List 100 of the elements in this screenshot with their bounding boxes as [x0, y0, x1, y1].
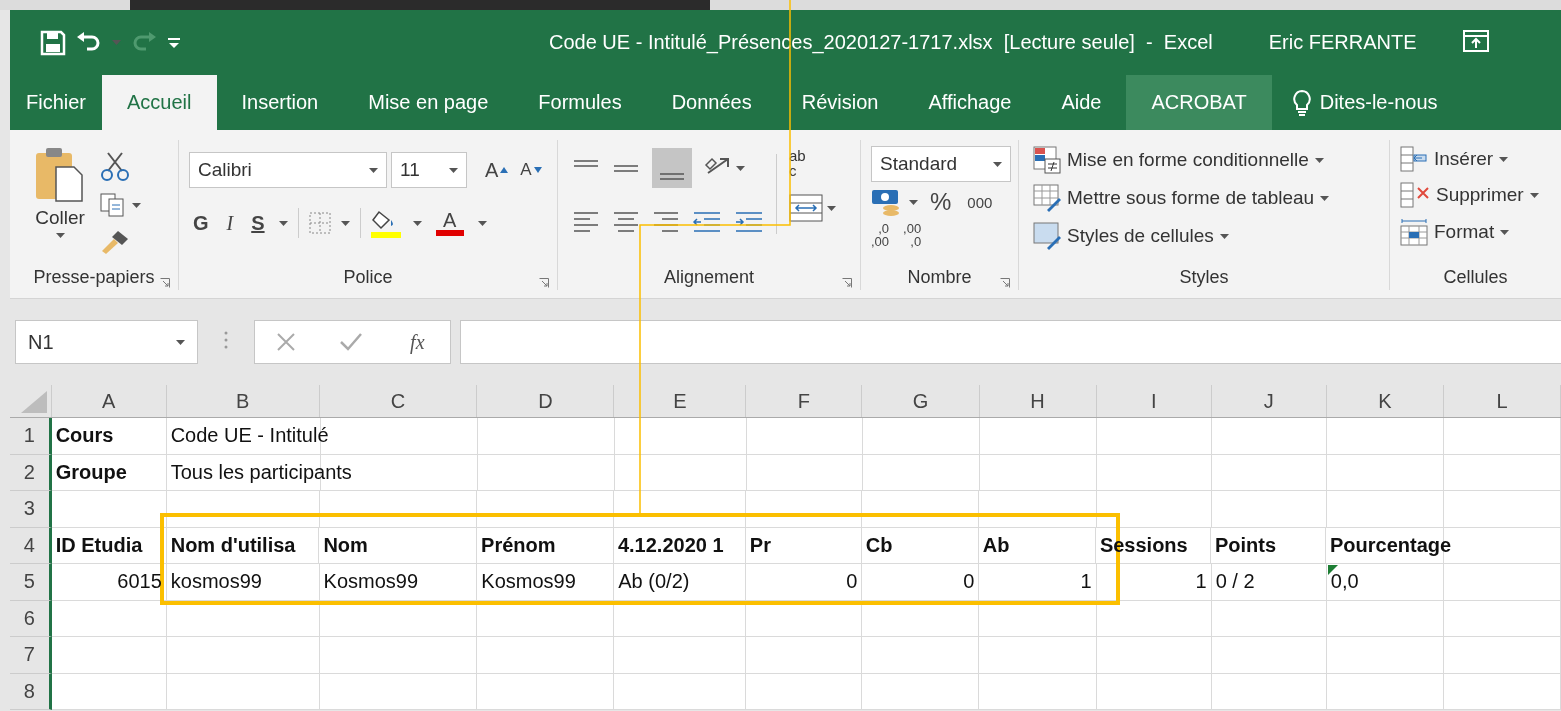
table-cell[interactable]	[1211, 491, 1327, 528]
decrease-indent-icon[interactable]	[692, 210, 722, 232]
table-cell[interactable]	[166, 637, 320, 674]
column-header[interactable]: G	[862, 385, 980, 417]
check-icon[interactable]	[339, 332, 364, 352]
increase-indent-icon[interactable]	[734, 210, 764, 232]
font-size-field[interactable]: 11	[391, 152, 467, 188]
table-cell[interactable]	[1444, 418, 1561, 455]
merge-center-icon[interactable]	[789, 194, 823, 222]
currency-icon[interactable]	[871, 188, 901, 216]
styles-menu-button[interactable]: Mise en forme conditionnelle	[1033, 146, 1389, 174]
styles-menu-button[interactable]: Styles de cellules	[1033, 222, 1389, 250]
column-header[interactable]: I	[1096, 385, 1212, 417]
row-header[interactable]: 2	[10, 454, 52, 491]
table-cell[interactable]	[51, 491, 167, 528]
table-cell[interactable]	[979, 491, 1097, 528]
select-all-icon[interactable]	[20, 391, 47, 413]
table-cell[interactable]	[478, 454, 616, 491]
table-cell[interactable]	[319, 673, 478, 710]
row-header[interactable]: 7	[10, 637, 52, 674]
column-header[interactable]: B	[166, 385, 320, 417]
table-cell[interactable]	[862, 491, 980, 528]
table-cell[interactable]	[615, 418, 747, 455]
table-cell[interactable]	[1326, 637, 1444, 674]
table-cell[interactable]	[1327, 418, 1444, 455]
font-name-field[interactable]: Calibri	[189, 152, 387, 188]
row-header[interactable]: 8	[10, 673, 52, 710]
column-header[interactable]: E	[614, 385, 747, 417]
ribbon-tab[interactable]: ACROBAT	[1126, 75, 1272, 130]
table-cell[interactable]	[862, 418, 980, 455]
table-cell[interactable]	[1096, 418, 1212, 455]
thousands-separator-button[interactable]: 000	[963, 193, 997, 211]
underline-button[interactable]: S	[247, 211, 269, 235]
cells-menu-button[interactable]: Format	[1400, 218, 1561, 246]
format-painter-icon[interactable]	[100, 229, 130, 255]
column-header[interactable]: F	[746, 385, 863, 417]
cancel-icon[interactable]	[276, 332, 297, 352]
table-cell[interactable]	[1443, 673, 1561, 710]
column-header[interactable]: C	[319, 385, 478, 417]
save-icon[interactable]	[40, 29, 66, 56]
table-cell[interactable]	[319, 637, 478, 674]
table-cell[interactable]	[1444, 454, 1561, 491]
error-indicator-icon[interactable]	[1327, 565, 1338, 575]
table-cell[interactable]	[166, 673, 320, 710]
table-cell[interactable]	[1096, 673, 1212, 710]
table-cell[interactable]	[1443, 564, 1561, 601]
align-left-icon[interactable]	[572, 210, 600, 232]
ribbon-tab[interactable]: Formules	[513, 75, 647, 130]
table-cell[interactable]	[1096, 600, 1212, 637]
table-cell[interactable]	[51, 673, 167, 710]
column-header[interactable]: J	[1211, 385, 1327, 417]
table-cell[interactable]	[1326, 491, 1444, 528]
table-cell[interactable]	[1212, 454, 1327, 491]
table-cell[interactable]	[1211, 637, 1327, 674]
styles-menu-button[interactable]: Mettre sous forme de tableau	[1033, 184, 1389, 212]
table-cell[interactable]	[615, 454, 747, 491]
formula-field[interactable]	[460, 320, 1561, 364]
cells-menu-button[interactable]: Supprimer	[1400, 182, 1561, 208]
ribbon-tab[interactable]: Aide	[1036, 75, 1127, 130]
shrink-font-button[interactable]: A	[516, 160, 546, 180]
dialog-launcher-icon[interactable]	[1000, 278, 1010, 288]
percent-button[interactable]: %	[926, 188, 956, 216]
grow-font-button[interactable]: A	[481, 158, 513, 182]
table-cell[interactable]	[1212, 418, 1327, 455]
dialog-launcher-icon[interactable]	[842, 278, 852, 288]
table-cell[interactable]	[862, 673, 980, 710]
table-cell[interactable]	[979, 673, 1097, 710]
ribbon-display-icon[interactable]	[1462, 29, 1489, 52]
table-cell[interactable]	[746, 491, 863, 528]
increase-decimal-button[interactable]: ,0 ,00	[871, 222, 890, 248]
table-cell[interactable]	[166, 491, 320, 528]
align-center-icon[interactable]	[612, 210, 640, 232]
drag-handle-icon[interactable]	[224, 331, 228, 349]
copy-icon[interactable]	[100, 193, 126, 217]
ribbon-tab[interactable]: Données	[646, 75, 777, 130]
table-cell[interactable]	[478, 418, 616, 455]
ribbon-tab[interactable]: Accueil	[102, 75, 217, 130]
table-cell[interactable]	[1326, 673, 1444, 710]
table-cell[interactable]	[1211, 600, 1327, 637]
column-header[interactable]: D	[477, 385, 615, 417]
insert-function-button[interactable]: fx	[406, 330, 429, 354]
dialog-launcher-icon[interactable]	[160, 278, 170, 288]
table-cell[interactable]	[746, 673, 863, 710]
table-cell[interactable]	[1443, 600, 1561, 637]
ribbon-tab[interactable]: Affichage	[903, 75, 1037, 130]
ribbon-tab[interactable]: Insertion	[216, 75, 344, 130]
table-cell[interactable]	[477, 637, 615, 674]
table-cell[interactable]	[746, 418, 863, 455]
table-cell[interactable]	[746, 454, 863, 491]
table-cell[interactable]	[614, 491, 747, 528]
paste-button[interactable]: Coller	[34, 145, 86, 264]
table-cell[interactable]	[862, 454, 980, 491]
table-cell[interactable]	[862, 637, 980, 674]
row-header[interactable]: 6	[10, 600, 52, 637]
table-cell[interactable]	[1096, 637, 1212, 674]
customize-menu-icon[interactable]	[167, 35, 181, 50]
name-box[interactable]: N1	[15, 320, 198, 364]
ribbon-tab[interactable]: Fichier	[10, 75, 102, 130]
cells-menu-button[interactable]: Insérer	[1400, 146, 1561, 172]
ribbon-tab[interactable]: Révision	[776, 75, 904, 130]
